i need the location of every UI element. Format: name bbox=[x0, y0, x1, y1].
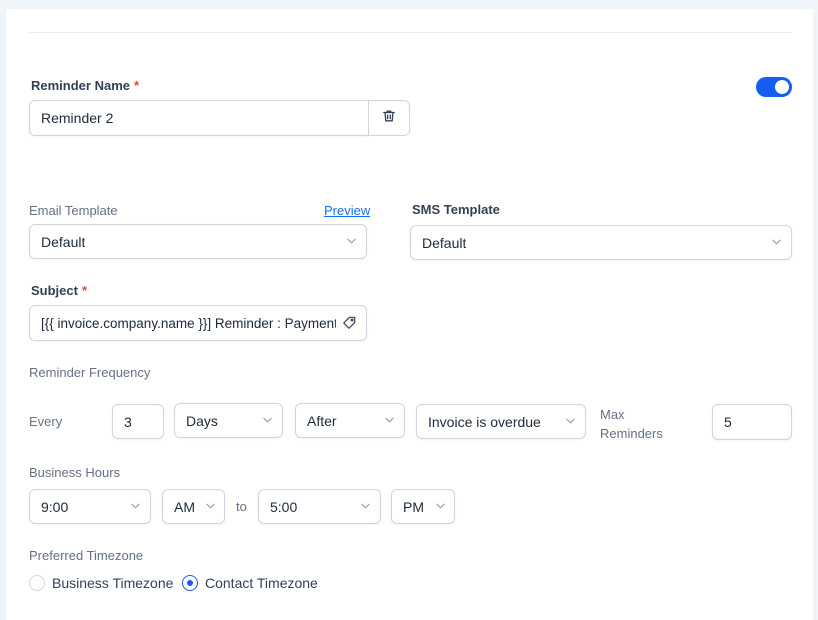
contact-timezone-label[interactable]: Contact Timezone bbox=[205, 575, 318, 591]
preferred-timezone-label: Preferred Timezone bbox=[29, 548, 144, 563]
reminder-name-input[interactable]: Reminder 2 bbox=[29, 100, 369, 136]
max-reminders-value: 5 bbox=[724, 414, 732, 430]
chevron-down-icon bbox=[361, 503, 370, 511]
reminder-name-label: Reminder Name * bbox=[31, 78, 140, 93]
chevron-down-icon bbox=[772, 239, 781, 247]
frequency-event-value: Invoice is overdue bbox=[428, 413, 541, 430]
reminder-name-value: Reminder 2 bbox=[41, 110, 114, 126]
start-time-value: 9:00 bbox=[41, 498, 69, 515]
radio-contact-timezone[interactable] bbox=[182, 575, 198, 591]
end-time-value: 5:00 bbox=[270, 498, 298, 515]
frequency-count-value: 3 bbox=[124, 413, 132, 430]
top-divider bbox=[29, 32, 792, 33]
end-time-select[interactable]: 5:00 bbox=[258, 489, 381, 524]
chevron-down-icon bbox=[131, 503, 140, 511]
to-label: to bbox=[236, 499, 247, 514]
reminder-enabled-toggle[interactable] bbox=[756, 77, 792, 97]
trash-icon bbox=[382, 109, 396, 128]
subject-input[interactable]: [{{ invoice.company.name }}] Reminder : … bbox=[29, 305, 367, 341]
tag-icon[interactable] bbox=[342, 316, 356, 330]
end-period-value: PM bbox=[403, 498, 424, 515]
chevron-down-icon bbox=[566, 418, 575, 426]
max-reminders-label: Max Reminders bbox=[600, 407, 663, 441]
frequency-unit-select[interactable]: Days bbox=[174, 403, 283, 438]
chevron-down-icon bbox=[206, 503, 215, 511]
business-timezone-label[interactable]: Business Timezone bbox=[52, 575, 173, 591]
every-label: Every bbox=[29, 414, 63, 429]
start-period-select[interactable]: AM bbox=[162, 489, 225, 524]
end-period-select[interactable]: PM bbox=[391, 489, 455, 524]
toggle-knob bbox=[775, 80, 789, 94]
max-reminders-input[interactable]: 5 bbox=[712, 404, 792, 440]
subject-value: [{{ invoice.company.name }}] Reminder : … bbox=[41, 315, 336, 331]
radio-business-timezone[interactable] bbox=[29, 575, 45, 591]
frequency-event-select[interactable]: Invoice is overdue bbox=[416, 404, 586, 439]
frequency-relation-value: After bbox=[307, 412, 337, 429]
sms-template-label: SMS Template bbox=[412, 202, 500, 217]
subject-label: Subject * bbox=[31, 283, 88, 298]
radio-dot bbox=[186, 579, 193, 586]
frequency-unit-value: Days bbox=[186, 412, 218, 429]
email-template-value: Default bbox=[41, 233, 86, 250]
delete-reminder-button[interactable] bbox=[368, 100, 410, 136]
email-template-label: Email Template bbox=[29, 203, 118, 218]
preview-link[interactable]: Preview bbox=[324, 203, 370, 218]
sms-template-value: Default bbox=[422, 234, 467, 251]
frequency-count-input[interactable]: 3 bbox=[112, 404, 164, 439]
business-hours-label: Business Hours bbox=[29, 465, 121, 480]
start-time-select[interactable]: 9:00 bbox=[29, 489, 151, 524]
frequency-relation-select[interactable]: After bbox=[295, 403, 405, 438]
email-template-select[interactable]: Default bbox=[29, 224, 367, 259]
sms-template-select[interactable]: Default bbox=[410, 225, 792, 260]
chevron-down-icon bbox=[436, 503, 445, 511]
chevron-down-icon bbox=[347, 238, 356, 246]
chevron-down-icon bbox=[385, 417, 394, 425]
start-period-value: AM bbox=[174, 498, 195, 515]
reminder-frequency-label: Reminder Frequency bbox=[29, 365, 151, 380]
chevron-down-icon bbox=[263, 417, 272, 425]
